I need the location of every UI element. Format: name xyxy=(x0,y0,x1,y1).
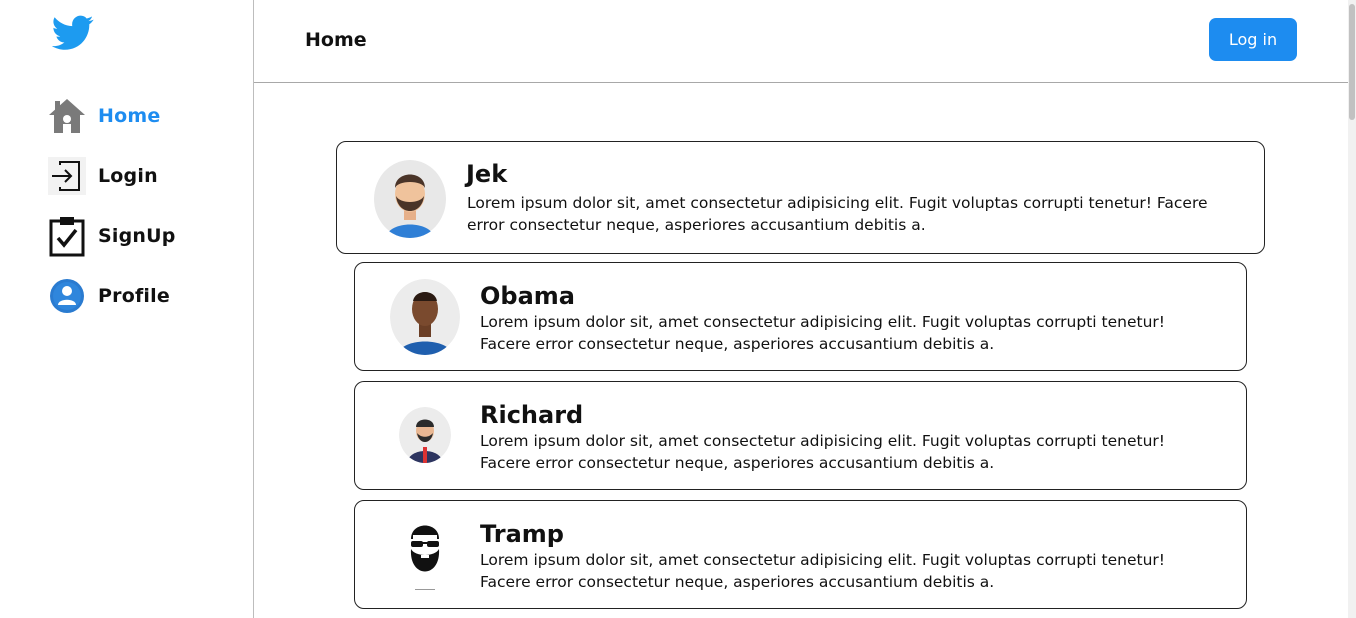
profile-icon xyxy=(46,275,88,317)
page-scrollbar[interactable] xyxy=(1348,0,1356,618)
post-author: Jek xyxy=(466,160,508,188)
sidebar: Home Login SignUp Profile xyxy=(0,0,254,618)
sidebar-item-label: Profile xyxy=(98,285,170,307)
sidebar-item-home[interactable]: Home xyxy=(46,86,176,146)
sidebar-item-signup[interactable]: SignUp xyxy=(46,206,176,266)
login-button[interactable]: Log in xyxy=(1209,18,1297,61)
post-author: Tramp xyxy=(480,520,564,548)
home-icon xyxy=(46,95,88,137)
avatar xyxy=(390,279,460,355)
post-card[interactable]: Richard Lorem ipsum dolor sit, amet cons… xyxy=(354,381,1247,490)
avatar xyxy=(403,517,447,595)
sidebar-item-label: Home xyxy=(98,105,161,127)
post-text: Lorem ipsum dolor sit, amet consectetur … xyxy=(480,313,1165,353)
post-text: Lorem ipsum dolor sit, amet consectetur … xyxy=(467,194,1208,234)
sidebar-item-label: Login xyxy=(98,165,158,187)
post-text: Lorem ipsum dolor sit, amet consectetur … xyxy=(480,432,1165,472)
top-header: Home Log in xyxy=(254,0,1348,83)
login-icon xyxy=(46,155,88,197)
sidebar-item-label: SignUp xyxy=(98,225,176,247)
post-card[interactable]: Jek Lorem ipsum dolor sit, amet consecte… xyxy=(336,141,1265,254)
post-card[interactable]: Tramp Lorem ipsum dolor sit, amet consec… xyxy=(354,500,1247,609)
post-author: Richard xyxy=(480,401,584,429)
clipboard-check-icon xyxy=(46,215,88,257)
post-author: Obama xyxy=(480,282,575,310)
post-text: Lorem ipsum dolor sit, amet consectetur … xyxy=(480,551,1165,591)
page-title: Home xyxy=(305,29,367,51)
sidebar-nav: Home Login SignUp Profile xyxy=(46,86,176,326)
avatar xyxy=(374,160,446,238)
twitter-bird-icon[interactable] xyxy=(51,14,94,52)
avatar xyxy=(399,407,451,463)
post-card[interactable]: Obama Lorem ipsum dolor sit, amet consec… xyxy=(354,262,1247,371)
sidebar-item-profile[interactable]: Profile xyxy=(46,266,176,326)
scrollbar-thumb[interactable] xyxy=(1349,4,1355,120)
sidebar-item-login[interactable]: Login xyxy=(46,146,176,206)
